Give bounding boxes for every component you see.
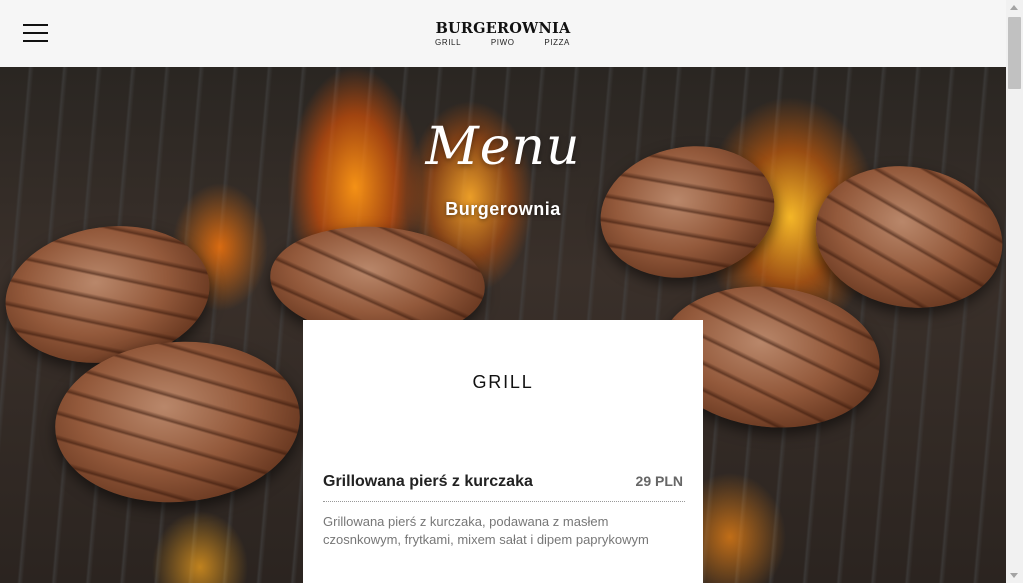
site-header: BURGEROWNIA GRILL PIWO PIZZA — [0, 0, 1006, 67]
menu-item-description: Grillowana pierś z kurczaka, podawana z … — [323, 514, 649, 547]
menu-card: GRILL Grillowana pierś z kurczaka 29 PLN… — [303, 320, 703, 583]
hero-image-patty — [804, 151, 1006, 323]
hero-title: Menu — [425, 117, 581, 177]
logo-tagline-piwo: PIWO — [490, 38, 515, 47]
logo-tagline-pizza: PIZZA — [544, 38, 570, 47]
menu-item-divider — [323, 501, 685, 502]
scroll-up-arrow-icon[interactable] — [1010, 5, 1018, 10]
page-scrollbar[interactable] — [1006, 0, 1023, 583]
logo-name: BURGEROWNIA — [435, 19, 571, 38]
site-logo[interactable]: BURGEROWNIA GRILL PIWO PIZZA — [422, 20, 584, 47]
hamburger-menu-icon[interactable] — [23, 24, 48, 42]
menu-item-name: Grillowana pierś z kurczaka — [323, 473, 533, 490]
hero-subtitle: Burgerownia — [445, 199, 561, 219]
menu-item-price: 29 PLN — [635, 473, 683, 489]
section-title: GRILL — [472, 372, 534, 392]
scroll-down-arrow-icon[interactable] — [1010, 573, 1018, 578]
logo-tagline: GRILL PIWO PIZZA — [422, 38, 584, 47]
logo-tagline-grill: GRILL — [435, 38, 462, 47]
scrollbar-thumb[interactable] — [1008, 17, 1021, 89]
